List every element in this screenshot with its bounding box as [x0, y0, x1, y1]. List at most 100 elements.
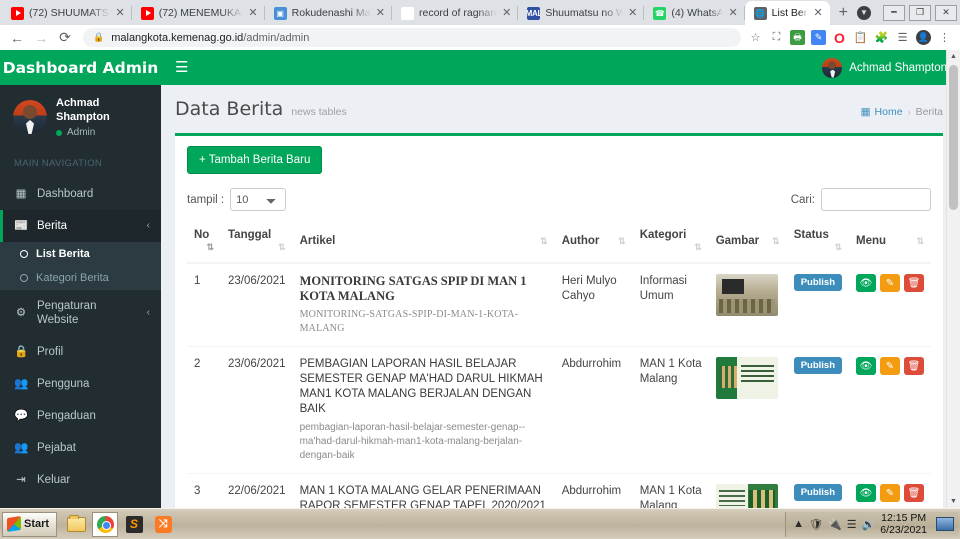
close-icon[interactable]: ✕: [115, 7, 124, 19]
sidebar-item-list-berita[interactable]: List Berita: [0, 242, 161, 266]
reload-icon[interactable]: ⟳: [54, 27, 76, 49]
column-header-kategori[interactable]: Kategori ⇅: [632, 220, 709, 264]
menu-icon[interactable]: ⋮: [937, 30, 952, 45]
cast-icon[interactable]: ⛶: [769, 30, 784, 45]
taskbar-item-explorer[interactable]: [63, 512, 89, 537]
clock-date: 6/23/2021: [880, 524, 927, 536]
column-header-no[interactable]: No ⇅: [187, 220, 221, 264]
sidebar-item-kategori-berita[interactable]: Kategori Berita: [0, 266, 161, 290]
browser-tab-4[interactable]: G record of ragnarok s ✕: [392, 1, 519, 25]
breadcrumb-home[interactable]: ▦ Home: [861, 106, 903, 118]
sort-icon: ⇅: [916, 236, 924, 246]
comment-icon: 💬: [14, 410, 29, 422]
topbar-user-menu[interactable]: Achmad Shampton: [822, 57, 947, 78]
page-scrollbar[interactable]: ▲ ▼: [946, 50, 960, 508]
explorer-icon: [66, 514, 86, 532]
pencil-icon[interactable]: ✎: [880, 357, 900, 375]
taskbar-item-sublime[interactable]: S: [121, 512, 147, 537]
sidebar-item-pengguna[interactable]: 👥 Pengguna: [0, 368, 161, 400]
sidebar-item-keluar[interactable]: ⇥ Keluar: [0, 464, 161, 496]
minimize-button[interactable]: ━: [883, 4, 905, 21]
article-thumbnail[interactable]: [715, 484, 778, 508]
show-hidden-icon[interactable]: ▲: [793, 518, 804, 530]
translate-icon[interactable]: ✎: [811, 30, 826, 45]
start-button[interactable]: Start: [2, 511, 58, 537]
cell-menu: 👁 ✎ 🗑: [849, 262, 931, 347]
sidebar-item-dashboard[interactable]: ▦ Dashboard: [0, 178, 161, 210]
sidebar-item-profil[interactable]: 🔒 Profil: [0, 336, 161, 368]
show-desktop-button[interactable]: [936, 517, 954, 531]
profile-icon[interactable]: 👤: [916, 30, 931, 45]
reading-list-icon[interactable]: ☰: [895, 30, 910, 45]
close-icon[interactable]: ✕: [728, 7, 737, 19]
column-label: Author: [561, 235, 600, 247]
eye-icon[interactable]: 👁: [856, 274, 876, 292]
cell-menu: 👁 ✎ 🗑: [849, 473, 931, 508]
sidebar-brand[interactable]: Dashboard Admin: [0, 50, 161, 85]
browser-tab-1[interactable]: (72) SHUUMATSU N ✕: [2, 1, 132, 25]
cell-menu: 👁 ✎ 🗑: [849, 346, 931, 474]
tab-title: List Berita: [771, 7, 809, 19]
extensions-icon[interactable]: 🧩: [874, 30, 889, 45]
column-header-artikel[interactable]: Artikel ⇅: [292, 220, 555, 264]
taskbar-item-chrome[interactable]: [92, 511, 119, 537]
browser-tab-3[interactable]: ▣ Rokudenashi Majuts ✕: [265, 1, 393, 25]
page-length-select[interactable]: 10: [230, 188, 287, 211]
security-icon[interactable]: 🛡: [809, 518, 823, 531]
address-bar[interactable]: 🔒 malangkota.kemenag.go.id/admin/admin: [83, 28, 741, 47]
sidebar-toggle-icon[interactable]: ☰: [175, 60, 188, 75]
eye-icon[interactable]: 👁: [856, 484, 876, 502]
article-thumbnail[interactable]: [715, 274, 778, 316]
add-berita-button[interactable]: + Tambah Berita Baru: [187, 146, 323, 174]
scroll-up-icon[interactable]: ▲: [947, 50, 960, 63]
browser-tab-7-active[interactable]: 🌐 List Berita ✕: [744, 1, 830, 25]
close-icon[interactable]: ✕: [813, 7, 822, 19]
taskbar-item-xampp[interactable]: ⤨: [150, 512, 176, 537]
forward-icon[interactable]: →: [30, 27, 52, 49]
new-tab-button[interactable]: +: [830, 3, 857, 23]
trash-icon[interactable]: 🗑: [904, 484, 924, 502]
close-icon[interactable]: ✕: [502, 7, 511, 19]
scroll-down-icon[interactable]: ▼: [947, 495, 960, 508]
close-window-button[interactable]: ✕: [935, 4, 957, 21]
network-icon[interactable]: ☰: [847, 518, 857, 531]
search-input[interactable]: [821, 188, 931, 211]
restore-button[interactable]: ❐: [909, 4, 931, 21]
volume-icon[interactable]: 🔊: [862, 518, 876, 531]
taskbar-clock[interactable]: 12:15 PM 6/23/2021: [880, 512, 927, 536]
pencil-icon[interactable]: ✎: [880, 274, 900, 292]
sidebar-item-pejabat[interactable]: 👥 Pejabat: [0, 432, 161, 464]
column-header-status[interactable]: Status ⇅: [786, 220, 849, 264]
eye-icon[interactable]: 👁: [856, 357, 876, 375]
column-label: Tanggal: [228, 229, 272, 241]
pencil-icon[interactable]: ✎: [880, 484, 900, 502]
column-header-author[interactable]: Author ⇅: [554, 220, 633, 264]
sidebar-item-pengaturan-website[interactable]: ⚙ Pengaturan Website ‹: [0, 290, 161, 336]
sidebar-item-berita[interactable]: 📰 Berita ‹: [0, 210, 161, 242]
opera-icon[interactable]: O: [832, 30, 847, 46]
article-thumbnail[interactable]: [715, 357, 778, 399]
browser-tab-5[interactable]: MAL Shuumatsu no Walk ✕: [518, 1, 645, 25]
trash-icon[interactable]: 🗑: [904, 274, 924, 292]
usb-icon[interactable]: 🔌: [828, 518, 842, 531]
close-icon[interactable]: ✕: [628, 7, 637, 19]
close-icon[interactable]: ✕: [248, 7, 257, 19]
column-header-gambar[interactable]: Gambar ⇅: [708, 220, 787, 264]
chevron-left-icon: ‹: [146, 220, 150, 231]
mal-icon: MAL: [527, 6, 541, 20]
star-icon[interactable]: ☆: [748, 30, 763, 45]
browser-tab-2[interactable]: (72) MENEMUKAN M ✕: [132, 1, 265, 25]
column-header-tanggal[interactable]: Tanggal ⇅: [221, 220, 293, 264]
scrollbar-thumb[interactable]: [949, 65, 958, 210]
sidebar-item-pengaduan[interactable]: 💬 Pengaduan: [0, 400, 161, 432]
browser-tab-6[interactable]: ☎ (4) WhatsApp ✕: [644, 1, 745, 25]
clipboard-icon[interactable]: 📋: [853, 30, 868, 45]
close-icon[interactable]: ✕: [376, 7, 385, 19]
printer-icon[interactable]: 🖶: [790, 30, 805, 45]
top-navbar: ☰ Achmad Shampton: [161, 50, 960, 85]
back-icon[interactable]: ←: [6, 27, 28, 49]
sidebar-user-panel[interactable]: Achmad Shampton Admin: [0, 85, 161, 149]
tab-search-icon[interactable]: ▼: [857, 5, 871, 20]
column-header-menu[interactable]: Menu ⇅: [849, 220, 931, 264]
trash-icon[interactable]: 🗑: [904, 357, 924, 375]
